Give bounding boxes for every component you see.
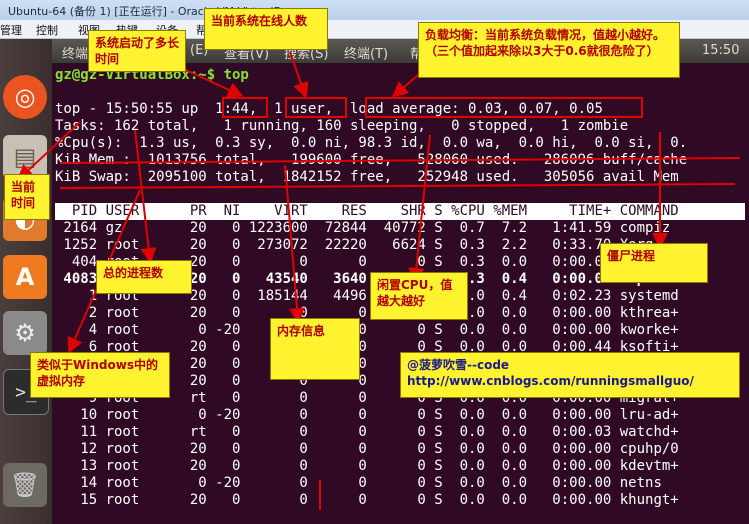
process-row: 14 root 0 -20 0 0 0 S 0.0 0.0 0:00.00 ne… bbox=[55, 475, 662, 491]
callout-memory: 内存信息 bbox=[270, 318, 360, 380]
callout-zombie: 僵尸进程 bbox=[600, 243, 708, 283]
topbar-menu-terminal[interactable]: 终端(T) bbox=[344, 43, 388, 62]
callout-uptime: 系统启动了多长时间 bbox=[88, 30, 186, 72]
process-row: 1252 root 20 0 273072 22220 6624 S 0.3 2… bbox=[55, 237, 654, 253]
callout-load-average: 负载均衡：当前系统负载情况，值越小越好。（三个值加起来除以3大于0.6就很危险了… bbox=[418, 22, 680, 78]
menu-control[interactable]: 控制 bbox=[36, 22, 58, 38]
tasks-line: Tasks: 162 total, 1 running, 160 sleepin… bbox=[55, 118, 629, 134]
callout-total-tasks: 总的进程数 bbox=[96, 260, 192, 294]
menu-manage[interactable]: 管理 bbox=[0, 22, 22, 38]
ubuntu-logo-icon[interactable]: ◎ bbox=[3, 75, 47, 119]
users-highlight-box bbox=[285, 97, 347, 118]
load-highlight-box bbox=[365, 97, 643, 118]
process-row: 12 root 20 0 0 0 0 S 0.0 0.0 0:00.00 cpu… bbox=[55, 441, 679, 457]
topbar-clock: 15:50 bbox=[702, 43, 740, 58]
process-table-header: PID USER PR NI VIRT RES SHR S %CPU %MEM … bbox=[55, 203, 745, 220]
vbox-title-bar: Ubuntu-64 (备份 1) [正在运行] - Oracle VM Virt… bbox=[0, 0, 749, 21]
credit-url[interactable]: http://www.cnblogs.com/runningsmallguo/ bbox=[407, 373, 733, 389]
cpu-line: %Cpu(s): 1.3 us, 0.3 sy, 0.0 ni, 98.3 id… bbox=[55, 135, 688, 151]
callout-idle-cpu: 闲置CPU，值越大越好 bbox=[370, 272, 468, 320]
callout-swap: 类似于Windows中的虚拟内存 bbox=[30, 352, 170, 398]
settings-icon[interactable]: ⚙ bbox=[3, 311, 47, 355]
swap-line: KiB Swap: 2095100 total, 1842152 free, 2… bbox=[55, 169, 679, 185]
process-row: 11 root rt 0 0 0 0 S 0.0 0.0 0:00.03 wat… bbox=[55, 424, 679, 440]
process-row: 4 root 0 -20 0 0 0 S 0.0 0.0 0:00.00 kwo… bbox=[55, 322, 679, 338]
unity-launcher: ◎ ▤ ◐ A ⚙ >_ 🗑 bbox=[0, 39, 53, 524]
process-row: 2164 gz 20 0 1223600 72844 40772 S 0.7 7… bbox=[55, 220, 671, 236]
uptime-highlight-box bbox=[222, 97, 268, 118]
process-row: 2 root 20 0 0 0 0 S 0.0 0.0 0:00.00 kthr… bbox=[55, 305, 679, 321]
process-row: 13 root 20 0 0 0 0 S 0.0 0.0 0:00.00 kde… bbox=[55, 458, 679, 474]
trash-icon[interactable]: 🗑 bbox=[3, 463, 47, 507]
credit-box: @菠萝吹雪--code http://www.cnblogs.com/runni… bbox=[400, 352, 740, 398]
callout-current-time: 当前时间 bbox=[4, 174, 50, 220]
mem-line: KiB Mem : 1013756 total, 199600 free, 52… bbox=[55, 152, 688, 168]
callout-users: 当前系统在线人数 bbox=[204, 8, 328, 50]
process-row: 15 root 20 0 0 0 0 S 0.0 0.0 0:00.00 khu… bbox=[55, 492, 679, 508]
software-center-icon[interactable]: A bbox=[3, 255, 47, 299]
credit-author: @菠萝吹雪--code bbox=[407, 358, 510, 372]
process-row: 10 root 0 -20 0 0 0 S 0.0 0.0 0:00.00 lr… bbox=[55, 407, 679, 423]
files-icon[interactable]: ▤ bbox=[3, 135, 47, 179]
topbar-app-title: 终端 bbox=[62, 47, 89, 62]
